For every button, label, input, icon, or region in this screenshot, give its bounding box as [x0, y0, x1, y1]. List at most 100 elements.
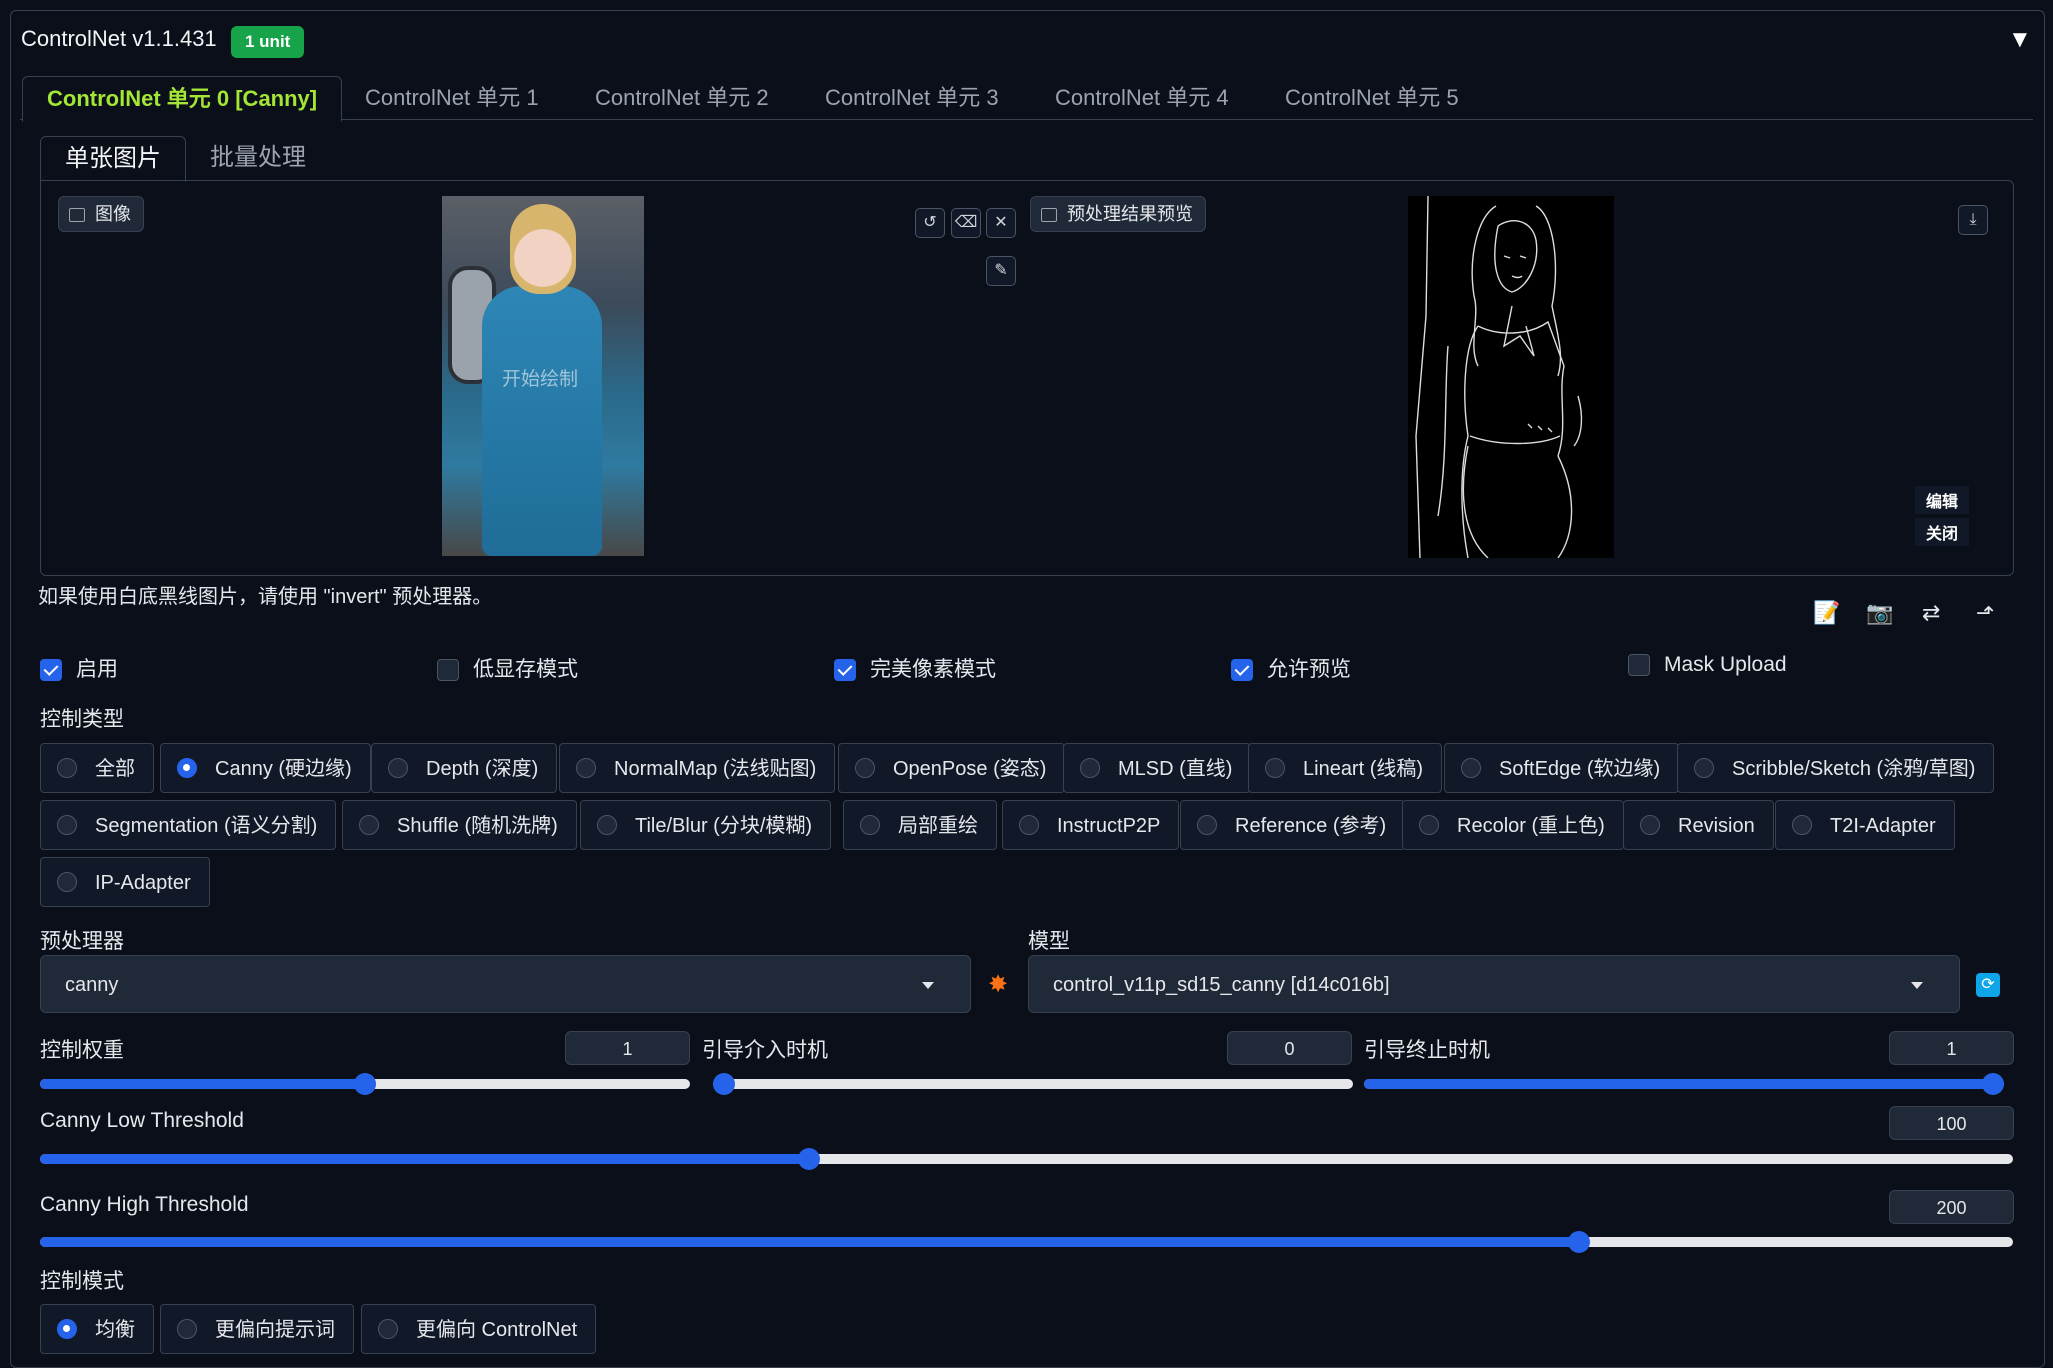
chevron-down-icon — [922, 982, 934, 989]
edit-close-group: 编辑 关闭 — [1915, 486, 1969, 550]
tab-batch[interactable]: 批量处理 — [186, 136, 330, 180]
tab-unit-3[interactable]: ControlNet 单元 3 — [801, 76, 1023, 120]
edit-button[interactable]: 编辑 — [1915, 486, 1969, 514]
radio-dot — [57, 757, 77, 778]
slider-thumb[interactable] — [1982, 1073, 2004, 1095]
close-icon[interactable]: ✕ — [986, 208, 1016, 238]
tab-single-image[interactable]: 单张图片 — [40, 136, 186, 182]
tab-unit-2[interactable]: ControlNet 单元 2 — [571, 76, 793, 120]
weight-input[interactable]: 1 — [565, 1031, 690, 1065]
close-button[interactable]: 关闭 — [1915, 518, 1969, 546]
checkbox-box[interactable] — [834, 659, 856, 682]
checkbox-enable[interactable]: 启用 — [40, 653, 118, 683]
radio-dot — [1265, 757, 1285, 778]
send-up-icon[interactable]: ⬏ — [1976, 600, 1994, 626]
image-icon — [1041, 208, 1057, 223]
start-slider[interactable] — [713, 1073, 1353, 1095]
canny-low-slider[interactable] — [40, 1148, 2013, 1170]
radio-dot — [1080, 757, 1100, 778]
radio-segmentation[interactable]: Segmentation (语义分割) — [40, 800, 337, 850]
radio-reference[interactable]: Reference (参考) — [1180, 800, 1406, 850]
camera-icon[interactable]: 📷 — [1866, 600, 1893, 626]
canny-high-slider[interactable] — [40, 1231, 2013, 1253]
radio-dot — [1419, 814, 1439, 835]
radio-ip-adapter[interactable]: IP-Adapter — [40, 857, 210, 907]
radio-all[interactable]: 全部 — [40, 743, 154, 793]
radio-dot — [177, 757, 197, 778]
image-icon — [69, 208, 85, 223]
input-image[interactable]: 开始绘制 — [442, 196, 644, 556]
undo-icon[interactable]: ↺ — [915, 208, 945, 238]
start-input[interactable]: 0 — [1227, 1031, 1352, 1065]
radio-dot — [177, 1318, 197, 1339]
unit-count-badge: 1 unit — [231, 26, 305, 58]
radio-t2i-adapter[interactable]: T2I-Adapter — [1775, 800, 1955, 850]
radio-inpaint[interactable]: 局部重绘 — [843, 800, 997, 850]
end-input[interactable]: 1 — [1889, 1031, 2014, 1065]
canny-high-input[interactable]: 200 — [1889, 1190, 2014, 1224]
preview-label: 预处理结果预览 — [1030, 196, 1206, 232]
radio-softedge[interactable]: SoftEdge (软边缘) — [1444, 743, 1680, 793]
preprocessor-preview-image[interactable] — [1408, 196, 1614, 558]
control-mode-label: 控制模式 — [40, 1270, 124, 1293]
radio-dot — [1640, 814, 1660, 835]
preprocessor-dropdown[interactable]: canny — [40, 955, 971, 1013]
checkbox-mask-upload[interactable]: Mask Upload — [1628, 653, 1787, 677]
slider-thumb[interactable] — [713, 1073, 735, 1095]
radio-dot — [1197, 814, 1217, 835]
canny-edge-drawing — [1415, 196, 1583, 558]
weight-slider[interactable] — [40, 1073, 690, 1095]
radio-dot — [860, 814, 880, 835]
radio-revision[interactable]: Revision — [1623, 800, 1774, 850]
checkbox-allow-preview[interactable]: 允许预览 — [1231, 653, 1351, 683]
checkbox-box[interactable] — [40, 659, 62, 682]
end-slider[interactable] — [1364, 1073, 2004, 1095]
radio-dot — [576, 757, 596, 778]
tab-unit-1[interactable]: ControlNet 单元 1 — [341, 76, 563, 120]
radio-dot — [359, 814, 379, 835]
eraser-icon[interactable]: ⌫ — [951, 208, 981, 238]
tab-unit-5[interactable]: ControlNet 单元 5 — [1261, 76, 1483, 120]
radio-dot — [597, 814, 617, 835]
slider-thumb[interactable] — [354, 1073, 376, 1095]
tab-unit-4[interactable]: ControlNet 单元 4 — [1031, 76, 1253, 120]
radio-dot — [57, 871, 77, 892]
figure-head — [510, 204, 576, 294]
radio-dot — [1694, 757, 1714, 778]
radio-dot — [855, 757, 875, 778]
radio-balanced[interactable]: 均衡 — [40, 1304, 154, 1354]
radio-recolor[interactable]: Recolor (重上色) — [1402, 800, 1624, 850]
radio-prefer-controlnet[interactable]: 更偏向 ControlNet — [361, 1304, 597, 1354]
radio-scribble[interactable]: Scribble/Sketch (涂鸦/草图) — [1677, 743, 1995, 793]
radio-depth[interactable]: Depth (深度) — [371, 743, 558, 793]
radio-tile-blur[interactable]: Tile/Blur (分块/模糊) — [580, 800, 832, 850]
triangle-down-icon[interactable]: ▼ — [2008, 26, 2032, 54]
slider-thumb[interactable] — [1567, 1231, 1590, 1253]
radio-dot — [378, 1318, 398, 1339]
model-dropdown[interactable]: control_v11p_sd15_canny [d14c016b] — [1028, 955, 1960, 1013]
radio-openpose[interactable]: OpenPose (姿态) — [838, 743, 1066, 793]
radio-dot — [57, 814, 77, 835]
radio-lineart[interactable]: Lineart (线稿) — [1248, 743, 1443, 793]
tab-unit-0[interactable]: ControlNet 单元 0 [Canny] — [22, 76, 343, 122]
refresh-icon[interactable]: ⟳ — [1976, 973, 2000, 997]
radio-instructp2p[interactable]: InstructP2P — [1002, 800, 1180, 850]
canny-low-label: Canny Low Threshold — [40, 1109, 244, 1132]
radio-canny[interactable]: Canny (硬边缘) — [160, 743, 371, 793]
notepad-icon[interactable]: 📝 — [1813, 600, 1840, 626]
radio-shuffle[interactable]: Shuffle (随机洗牌) — [342, 800, 577, 850]
checkbox-box[interactable] — [1231, 659, 1253, 682]
radio-normalmap[interactable]: NormalMap (法线贴图) — [559, 743, 836, 793]
download-icon[interactable]: ⤓ — [1958, 205, 1988, 235]
run-preprocessor-icon[interactable]: ✸ — [988, 970, 1008, 999]
panel-title[interactable]: ControlNet v1.1.431 — [21, 26, 217, 52]
radio-prefer-prompt[interactable]: 更偏向提示词 — [160, 1304, 354, 1354]
swap-icon[interactable]: ⇄ — [1922, 600, 1940, 626]
canny-low-input[interactable]: 100 — [1889, 1106, 2014, 1140]
checkbox-pixel-perfect[interactable]: 完美像素模式 — [834, 653, 996, 683]
radio-mlsd[interactable]: MLSD (直线) — [1063, 743, 1252, 793]
brush-icon[interactable]: ✎ — [986, 256, 1016, 286]
checkbox-lowvram[interactable]: 低显存模式 — [437, 653, 578, 683]
checkbox-box[interactable] — [437, 659, 459, 682]
checkbox-box[interactable] — [1628, 654, 1650, 677]
